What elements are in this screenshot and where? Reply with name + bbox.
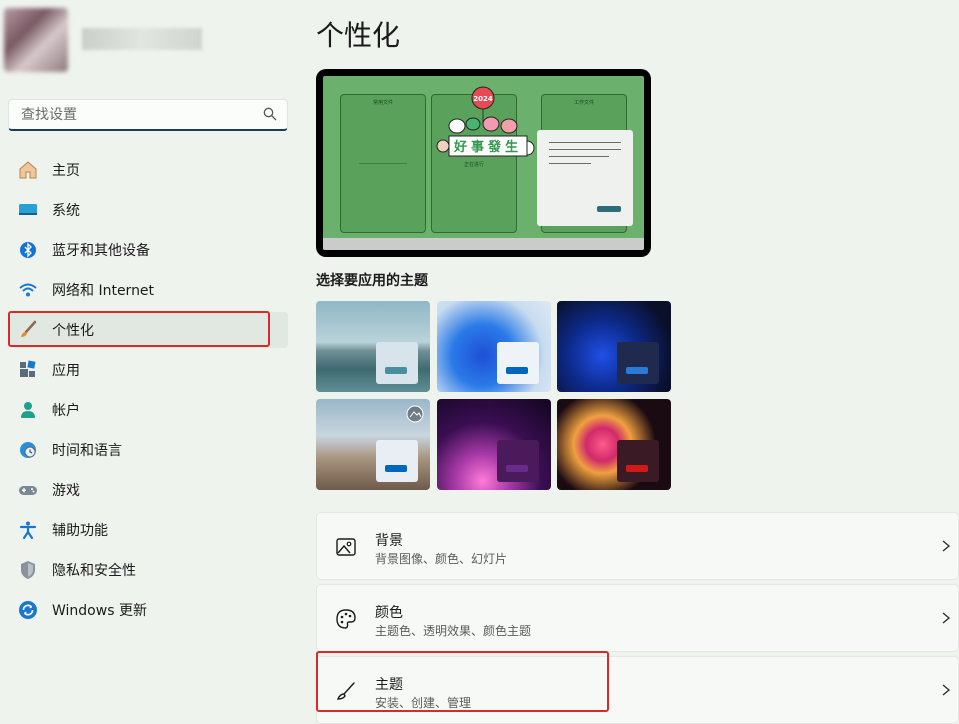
theme-chip — [497, 440, 539, 482]
sidebar-item-system[interactable]: 系统 — [8, 192, 288, 228]
theme-tile-2[interactable] — [437, 301, 551, 392]
sidebar-item-home[interactable]: 主页 — [8, 152, 288, 188]
theme-chip — [497, 342, 539, 384]
user-name-blurred — [82, 28, 202, 50]
gamepad-icon — [18, 480, 38, 500]
theme-tile-3[interactable] — [557, 301, 671, 392]
theme-accent-bar — [626, 367, 648, 374]
sidebar-item-network[interactable]: 网络和 Internet — [8, 272, 288, 308]
sidebar-item-windows-update[interactable]: Windows 更新 — [8, 592, 288, 628]
card-title: 颜色 — [375, 605, 403, 621]
sidebar-item-label: 辅助功能 — [52, 523, 108, 539]
bluetooth-icon — [18, 240, 38, 260]
sidebar-item-privacy[interactable]: 隐私和安全性 — [8, 552, 288, 588]
sidebar-item-label: 游戏 — [52, 483, 80, 499]
preview-line — [549, 142, 621, 143]
sidebar-item-label: 时间和语言 — [52, 443, 122, 459]
globe-clock-icon — [18, 440, 38, 460]
wallpaper-year: 2024 — [473, 95, 493, 103]
sidebar-item-gaming[interactable]: 游戏 — [8, 472, 288, 508]
theme-tile-1[interactable] — [316, 301, 430, 392]
sidebar-item-label: 个性化 — [52, 323, 94, 339]
desktop-preview: 常用文件 正在进行 工作文件 2024 好事發生 — [323, 76, 644, 250]
slideshow-icon — [406, 405, 424, 423]
wallpaper-illustration: 2024 好事發生 — [436, 86, 535, 157]
chevron-right-icon — [942, 612, 951, 624]
theme-accent-bar — [385, 465, 407, 472]
search-box[interactable] — [8, 99, 288, 131]
sidebar-item-label: 应用 — [52, 363, 80, 379]
preview-line — [359, 163, 407, 164]
theme-chip — [617, 342, 659, 384]
account-icon — [18, 400, 38, 420]
preview-column-text: 正在进行 — [463, 162, 484, 168]
card-subtitle: 安装、创建、管理 — [375, 696, 472, 710]
accessibility-icon — [18, 520, 38, 540]
sidebar-item-label: 隐私和安全性 — [52, 563, 136, 579]
theme-chip — [617, 440, 659, 482]
wifi-icon — [18, 280, 38, 300]
update-icon — [18, 600, 38, 620]
theme-preview: 常用文件 正在进行 工作文件 2024 好事發生 — [316, 69, 651, 257]
background-card[interactable]: 背景 背景图像、颜色、幻灯片 — [316, 512, 959, 580]
card-title: 背景 — [375, 533, 403, 549]
page-title: 个性化 — [316, 19, 401, 52]
sidebar-item-label: 帐户 — [52, 403, 80, 419]
theme-tile-4[interactable] — [316, 399, 430, 490]
theme-chip — [376, 440, 418, 482]
chevron-right-icon — [942, 540, 951, 552]
preview-column-title: 工作文件 — [573, 100, 594, 106]
sidebar-item-personalization[interactable]: 个性化 — [8, 312, 288, 348]
user-profile[interactable] — [0, 0, 220, 80]
search-icon[interactable] — [263, 107, 277, 121]
colors-card[interactable]: 颜色 主题色、透明效果、颜色主题 — [316, 584, 959, 652]
themes-label: 选择要应用的主题 — [316, 273, 428, 289]
theme-accent-bar — [385, 367, 407, 374]
apps-icon — [18, 360, 38, 380]
chevron-right-icon — [942, 684, 951, 696]
sidebar-item-accessibility[interactable]: 辅助功能 — [8, 512, 288, 548]
theme-accent-bar — [626, 465, 648, 472]
nav-list: 主页 系统 蓝牙和其他设备 网络和 Internet 个性化 应用 帐户 时间和… — [8, 152, 288, 632]
sidebar-item-accounts[interactable]: 帐户 — [8, 392, 288, 428]
sidebar-item-label: 蓝牙和其他设备 — [52, 243, 150, 259]
preview-line — [549, 149, 621, 150]
wallpaper-text: 好事發生 — [453, 139, 522, 155]
preview-column-title: 常用文件 — [372, 100, 393, 106]
preview-taskbar — [323, 238, 644, 250]
card-subtitle: 主题色、透明效果、颜色主题 — [375, 624, 532, 638]
theme-tile-5[interactable] — [437, 399, 551, 490]
theme-tile-6[interactable] — [557, 399, 671, 490]
card-subtitle: 背景图像、颜色、幻灯片 — [375, 552, 508, 566]
shield-icon — [18, 560, 38, 580]
preview-column: 常用文件 — [340, 94, 426, 233]
main-content: 个性化 常用文件 正在进行 工作文件 2024 好事發生 选择要应用的主题 背景… — [316, 0, 959, 724]
preview-window — [537, 130, 633, 226]
brush-icon — [18, 320, 38, 340]
sidebar-item-bluetooth[interactable]: 蓝牙和其他设备 — [8, 232, 288, 268]
search-input[interactable] — [19, 100, 263, 130]
preview-window-button — [597, 206, 621, 212]
theme-accent-bar — [506, 367, 528, 374]
sidebar-item-time-language[interactable]: 时间和语言 — [8, 432, 288, 468]
home-icon — [18, 160, 38, 180]
system-icon — [18, 200, 38, 220]
card-title: 主题 — [375, 677, 403, 693]
sidebar-item-label: 网络和 Internet — [52, 283, 155, 299]
theme-chip — [376, 342, 418, 384]
sidebar-item-apps[interactable]: 应用 — [8, 352, 288, 388]
preview-line — [549, 163, 591, 164]
sidebar: 主页 系统 蓝牙和其他设备 网络和 Internet 个性化 应用 — [0, 0, 300, 714]
theme-accent-bar — [506, 465, 528, 472]
preview-line — [549, 156, 609, 157]
sidebar-item-label: 系统 — [52, 203, 80, 219]
palette-icon — [336, 609, 356, 629]
avatar — [4, 8, 68, 72]
brush-icon — [336, 682, 355, 700]
sidebar-item-label: Windows 更新 — [52, 603, 147, 619]
sidebar-item-label: 主页 — [52, 163, 80, 179]
image-icon — [336, 538, 356, 556]
